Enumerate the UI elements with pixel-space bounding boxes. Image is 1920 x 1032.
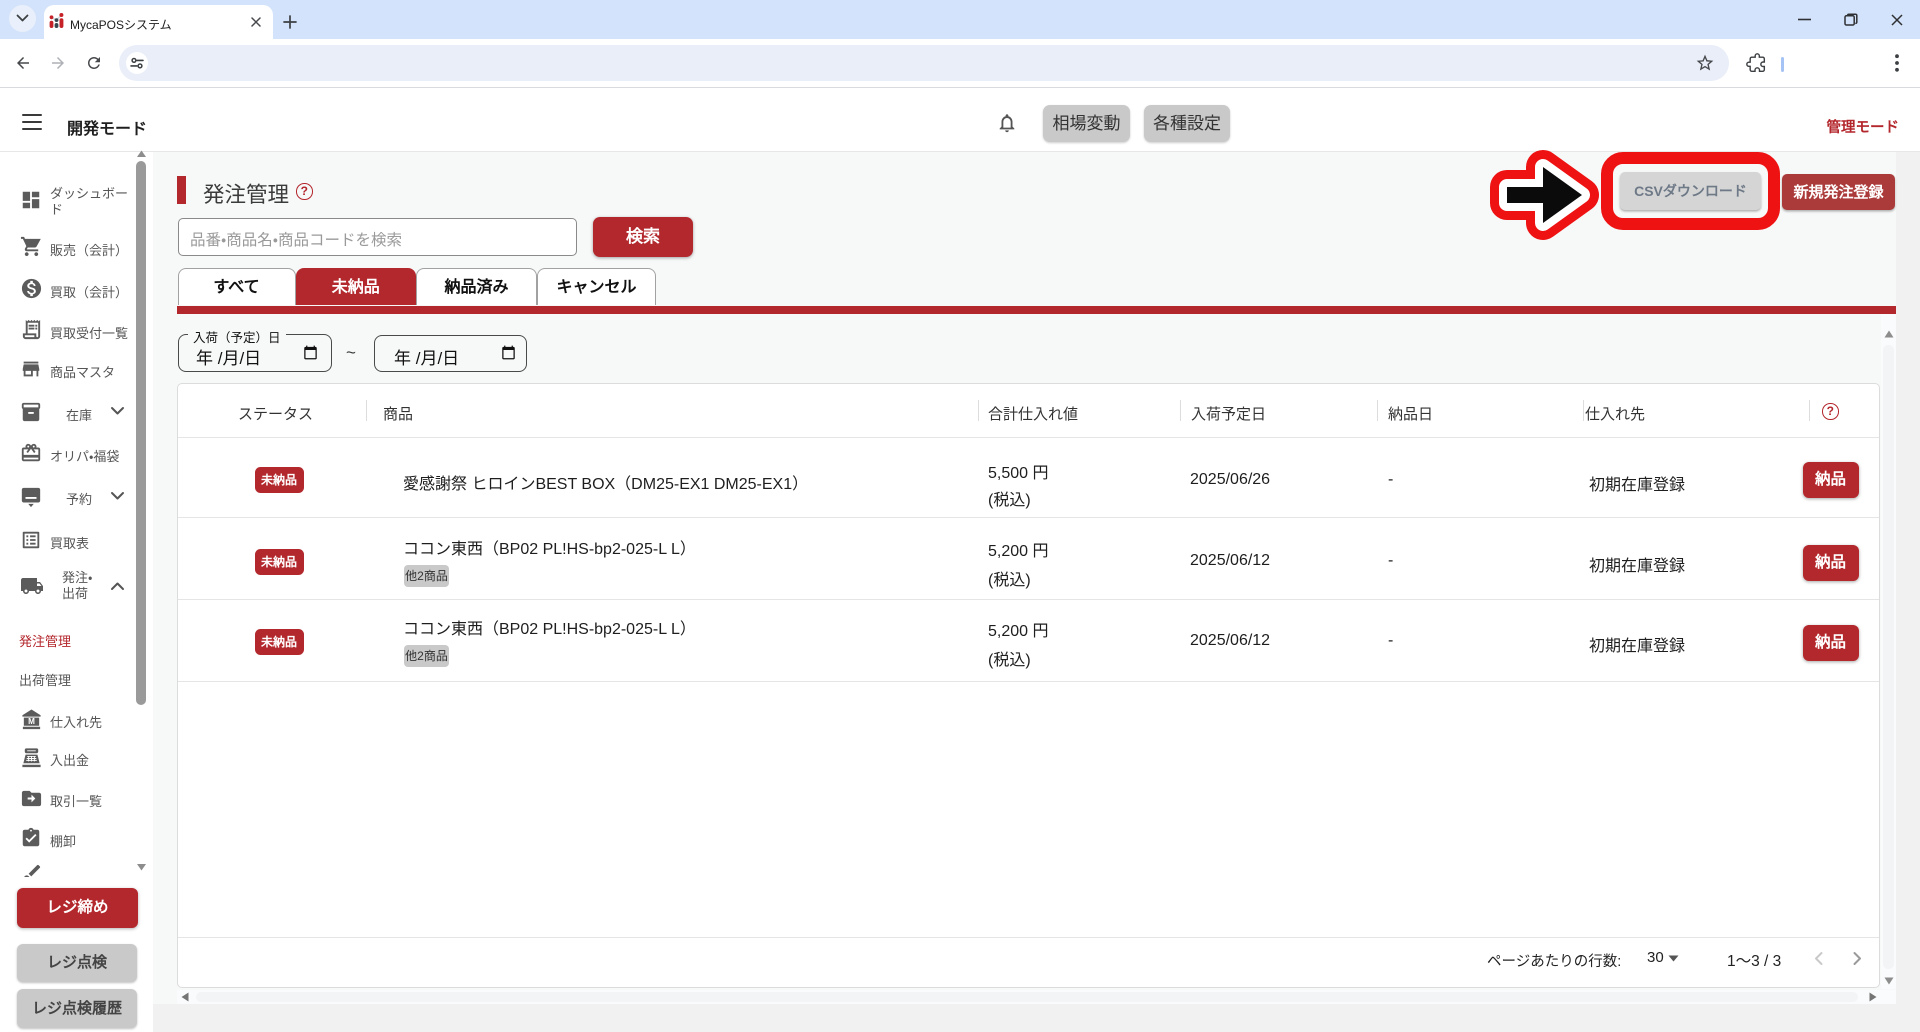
- svg-text:M: M: [28, 717, 35, 726]
